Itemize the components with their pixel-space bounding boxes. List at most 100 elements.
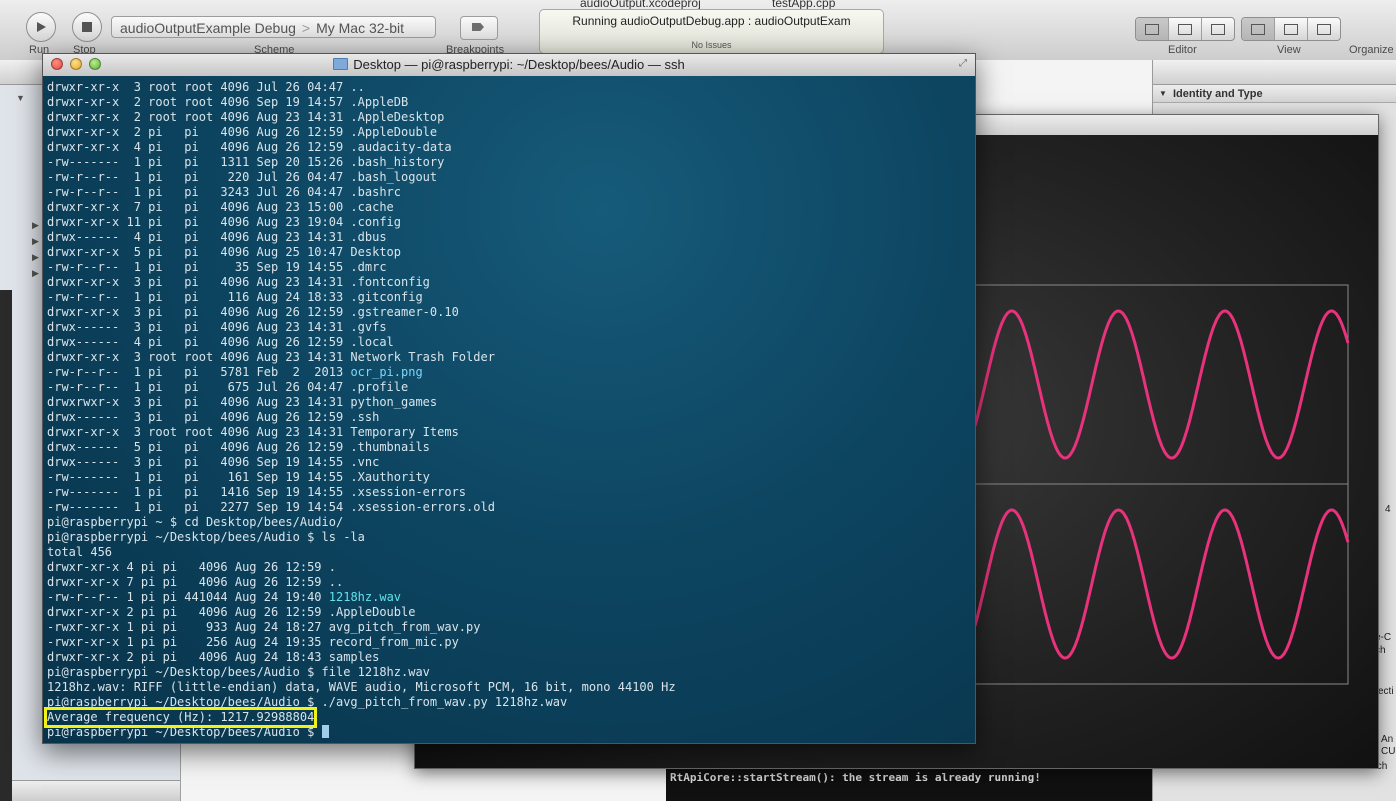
terminal-line: drwxr-xr-x 3 root root 4096 Aug 23 14:31… xyxy=(47,350,975,365)
terminal-line-text: drwxr-xr-x 2 root root 4096 Sep 19 14:57… xyxy=(47,95,409,109)
scheme-target: audioOutputExample Debug xyxy=(120,20,296,36)
terminal-line-text: drwx------ 4 pi pi 4096 Aug 26 12:59 .lo… xyxy=(47,335,394,349)
terminal-line-text: total 456 xyxy=(47,545,113,559)
terminal-line-text: pi@raspberrypi ~/Desktop/bees/Audio $ fi… xyxy=(47,665,430,679)
terminal-line-text: drwxr-xr-x 3 root root 4096 Aug 23 14:31… xyxy=(47,350,495,364)
terminal-line: drwxr-xr-x 11 pi pi 4096 Aug 23 19:04 .c… xyxy=(47,215,975,230)
terminal-result-line: Average frequency (Hz): 1217.92988804 xyxy=(43,707,975,728)
version-editor-icon[interactable] xyxy=(1202,18,1234,40)
terminal-line: -rw-r--r-- 1 pi pi 675 Jul 26 04:47 .pro… xyxy=(47,380,975,395)
terminal-line-text: pi@raspberrypi ~/Desktop/bees/Audio $ ls… xyxy=(47,530,365,544)
terminal-line: pi@raspberrypi ~ $ cd Desktop/bees/Audio… xyxy=(47,515,975,530)
disclosure-icon[interactable]: ▶ xyxy=(32,236,39,247)
editor-mode-control[interactable] xyxy=(1135,17,1235,41)
terminal-line: -rw------- 1 pi pi 2277 Sep 19 14:54 .xs… xyxy=(47,500,975,515)
assistant-editor-icon[interactable] xyxy=(1169,18,1202,40)
utility-text-fragment: ecti xyxy=(1378,686,1394,697)
channel-left-frame xyxy=(974,284,1349,485)
terminal-line: pi@raspberrypi ~/Desktop/bees/Audio $ ./… xyxy=(47,695,975,710)
navigator-filter-bar xyxy=(0,780,180,801)
terminal-line: drwxr-xr-x 4 pi pi 4096 Aug 26 12:59 . xyxy=(47,560,975,575)
disclosure-icon[interactable]: ▶ xyxy=(32,252,39,263)
terminal-line: drwxr-xr-x 7 pi pi 4096 Aug 23 15:00 .ca… xyxy=(47,200,975,215)
utility-text-fragment: An xyxy=(1381,734,1394,745)
terminal-line-text: drwx------ 4 pi pi 4096 Aug 23 14:31 .db… xyxy=(47,230,387,244)
disclosure-icon[interactable]: ▶ xyxy=(32,268,39,279)
terminal-line: drwx------ 3 pi pi 4096 Aug 23 14:31 .gv… xyxy=(47,320,975,335)
terminal-line-text: drwx------ 3 pi pi 4096 Aug 23 14:31 .gv… xyxy=(47,320,387,334)
terminal-line-text: drwxrwxr-x 3 pi pi 4096 Aug 23 14:31 pyt… xyxy=(47,395,438,409)
terminal-line: -rw------- 1 pi pi 1311 Sep 20 15:26 .ba… xyxy=(47,155,975,170)
fullscreen-icon[interactable]: ⤢ xyxy=(957,58,969,70)
channel-right-frame xyxy=(974,483,1349,685)
terminal-line: drwx------ 3 pi pi 4096 Sep 19 14:55 .vn… xyxy=(47,455,975,470)
terminal-window: Desktop — pi@raspberrypi: ~/Desktop/bees… xyxy=(42,53,976,744)
folder-icon xyxy=(333,58,349,70)
terminal-line-text: -rw-r--r-- 1 pi pi 220 Jul 26 04:47 .bas… xyxy=(47,170,438,184)
scheme-selector[interactable]: audioOutputExample Debug > My Mac 32-bit xyxy=(111,16,436,38)
console-output: RtApiCore::startStream(): the stream is … xyxy=(670,771,1041,784)
terminal-line-text: drwx------ 5 pi pi 4096 Aug 26 12:59 .th… xyxy=(47,440,430,454)
status-main-text: Running audioOutputDebug.app : audioOutp… xyxy=(572,14,851,28)
editor-label: Editor xyxy=(1168,44,1197,56)
breakpoints-button[interactable] xyxy=(460,16,498,40)
terminal-line-text: -rw------- 1 pi pi 161 Sep 19 14:55 .Xau… xyxy=(47,470,430,484)
navigator-toggle-icon[interactable] xyxy=(1242,18,1275,40)
activity-status: Running audioOutputDebug.app : audioOutp… xyxy=(539,9,884,54)
close-button[interactable] xyxy=(51,58,63,70)
average-frequency-result: Average frequency (Hz): 1217.92988804 xyxy=(43,707,318,728)
disclosure-open-icon[interactable]: ▼ xyxy=(16,93,25,103)
terminal-line: drwxr-xr-x 4 pi pi 4096 Aug 26 12:59 .au… xyxy=(47,140,975,155)
scheme-destination: My Mac 32-bit xyxy=(316,20,405,36)
terminal-line-text: -rw-r--r-- 1 pi pi 35 Sep 19 14:55 .dmrc xyxy=(47,260,387,274)
terminal-line-text: pi@raspberrypi ~ $ cd Desktop/bees/Audio… xyxy=(47,515,344,529)
terminal-line: -rwxr-xr-x 1 pi pi 933 Aug 24 18:27 avg_… xyxy=(47,620,975,635)
channel-left-waveform xyxy=(973,309,1350,460)
play-icon xyxy=(37,22,46,32)
terminal-line-text: drwxr-xr-x 3 root root 4096 Aug 23 14:31… xyxy=(47,425,459,439)
terminal-prompt-line[interactable]: pi@raspberrypi ~/Desktop/bees/Audio $ xyxy=(47,725,975,740)
zoom-button[interactable] xyxy=(89,58,101,70)
terminal-line-text: pi@raspberrypi ~/Desktop/bees/Audio $ ./… xyxy=(47,695,568,709)
view-label: View xyxy=(1277,44,1301,56)
terminal-line-text: drwxr-xr-x 3 pi pi 4096 Aug 23 14:31 .fo… xyxy=(47,275,430,289)
terminal-line-text: drwxr-xr-x 3 pi pi 4096 Aug 26 12:59 .gs… xyxy=(47,305,459,319)
terminal-line-text: drwxr-xr-x 2 root root 4096 Aug 23 14:31… xyxy=(47,110,445,124)
terminal-line-text: -rw------- 1 pi pi 1311 Sep 20 15:26 .ba… xyxy=(47,155,445,169)
debug-area-toggle-icon[interactable] xyxy=(1275,18,1308,40)
xcode-toolbar: audioOutput.xcodeproj testApp.cpp Run St… xyxy=(0,0,1396,61)
terminal-line: drwx------ 4 pi pi 4096 Aug 23 14:31 .db… xyxy=(47,230,975,245)
disclosure-icon[interactable]: ▶ xyxy=(32,220,39,231)
terminal-line: drwxr-xr-x 5 pi pi 4096 Aug 25 10:47 Des… xyxy=(47,245,975,260)
identity-type-header[interactable]: Identity and Type xyxy=(1153,85,1396,103)
stop-button[interactable] xyxy=(72,12,102,42)
view-control[interactable] xyxy=(1241,17,1341,41)
run-button[interactable] xyxy=(26,12,56,42)
terminal-line: drwxr-xr-x 2 pi pi 4096 Aug 26 12:59 .Ap… xyxy=(47,125,975,140)
standard-editor-icon[interactable] xyxy=(1136,18,1169,40)
terminal-line: -rw------- 1 pi pi 1416 Sep 19 14:55 .xs… xyxy=(47,485,975,500)
terminal-line: drwxr-xr-x 2 root root 4096 Aug 23 14:31… xyxy=(47,110,975,125)
wav-file-name: 1218hz.wav xyxy=(328,590,402,604)
terminal-output[interactable]: drwxr-xr-x 3 root root 4096 Jul 26 04:47… xyxy=(43,76,975,743)
terminal-line-text: -rw-r--r-- 1 pi pi 3243 Jul 26 04:47 .ba… xyxy=(47,185,402,199)
terminal-line: -rw-r--r-- 1 pi pi 3243 Jul 26 04:47 .ba… xyxy=(47,185,975,200)
terminal-line: -rw-r--r-- 1 pi pi 116 Aug 24 18:33 .git… xyxy=(47,290,975,305)
terminal-line: drwxr-xr-x 3 pi pi 4096 Aug 26 12:59 .gs… xyxy=(47,305,975,320)
organizer-label[interactable]: Organize xyxy=(1349,44,1394,56)
terminal-line-text: -rw------- 1 pi pi 2277 Sep 19 14:54 .xs… xyxy=(47,500,495,514)
terminal-line: drwxr-xr-x 2 pi pi 4096 Aug 26 12:59 .Ap… xyxy=(47,605,975,620)
utilities-toggle-icon[interactable] xyxy=(1308,18,1340,40)
stop-icon xyxy=(82,22,92,32)
scheme-separator-icon: > xyxy=(301,20,311,36)
terminal-line-text: drwx------ 3 pi pi 4096 Aug 26 12:59 .ss… xyxy=(47,410,380,424)
utility-text-fragment: CUni xyxy=(1381,746,1396,757)
terminal-line: -rwxr-xr-x 1 pi pi 256 Aug 24 19:35 reco… xyxy=(47,635,975,650)
utility-stepper-value[interactable]: 4 xyxy=(1385,504,1391,515)
terminal-line: -rw-r--r-- 1 pi pi 441044 Aug 24 19:40 1… xyxy=(47,590,975,605)
minimize-button[interactable] xyxy=(70,58,82,70)
terminal-line-text: -rw-r--r-- 1 pi pi 441044 Aug 24 19:40 xyxy=(47,590,329,604)
terminal-title: Desktop — pi@raspberrypi: ~/Desktop/bees… xyxy=(353,57,685,72)
terminal-line: drwxrwxr-x 3 pi pi 4096 Aug 23 14:31 pyt… xyxy=(47,395,975,410)
terminal-titlebar[interactable]: Desktop — pi@raspberrypi: ~/Desktop/bees… xyxy=(43,54,975,77)
